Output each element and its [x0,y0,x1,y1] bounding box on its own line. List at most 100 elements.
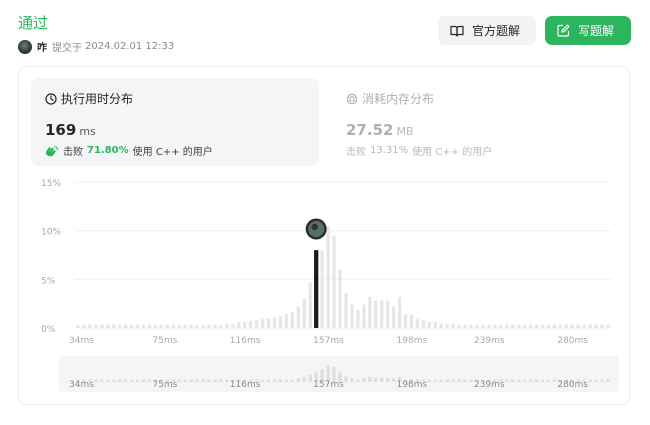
current-submission-bar [314,250,319,328]
distribution-bar [350,304,354,328]
tab-memory-distribution[interactable]: 消耗内存分布 27.52 MB 击败 13.31% 使用 C++ 的用户 [344,78,614,166]
distribution-bar [296,306,300,328]
distribution-bar [118,324,122,328]
distribution-bar [302,298,306,328]
range-mini-bar [147,379,152,382]
range-x-tick-label: 198ms [397,380,428,390]
distribution-bar [433,322,437,328]
distribution-bar [278,316,283,328]
y-tick-label: 15% [41,179,61,189]
range-mini-bar [100,379,104,382]
range-mini-bar [540,379,545,382]
official-solution-button[interactable]: 官方题解 [438,16,536,45]
tab-runtime-distribution[interactable]: 执行用时分布 169 ms 击败 71.80% 使用 C++ 的用户 [31,78,319,166]
range-mini-bar [469,379,473,382]
range-mini-bar [112,379,116,382]
distribution-bar [344,292,348,328]
distribution-bar [171,324,175,328]
distribution-bar [475,324,479,328]
x-tick-label: 239ms [474,336,505,346]
distribution-bar [272,317,277,328]
distribution-bar [106,324,110,328]
distribution-bar [481,324,485,328]
distribution-bar [523,324,527,328]
range-x-tick-label: 157ms [313,380,344,390]
distribution-bar [207,324,211,328]
range-mini-bar [189,379,193,382]
distribution-bar [576,324,580,328]
runtime-title-label: 执行用时分布 [61,92,134,106]
distribution-bar [362,304,366,328]
x-tick-label: 75ms [152,336,177,346]
avatar[interactable] [18,39,32,54]
official-solution-label: 官方题解 [472,24,521,38]
distribution-bar [332,235,336,328]
memory-beat-label: 击败 [346,147,366,158]
distribution-bar [380,300,384,328]
distribution-bar [391,306,396,328]
distribution-bar [135,324,140,328]
x-tick-label: 34ms [69,336,94,346]
distribution-bar [165,324,169,328]
range-mini-bar [463,379,467,382]
range-mini-bar [528,379,533,382]
distribution-bar [129,324,134,328]
distribution-bar [183,324,187,328]
range-mini-bar [588,379,592,382]
range-mini-bar [439,379,443,382]
range-mini-bar [523,379,527,382]
range-mini-bar [457,379,461,382]
range-x-tick-label: 75ms [152,380,177,390]
runtime-distribution-chart[interactable]: 15% 10% 5% 0% 34ms 75ms 116ms 157ms 198ms 239ms 2… [19,172,631,402]
range-mini-bar [606,379,610,382]
range-mini-bar [278,379,283,382]
performance-card: 执行用时分布 169 ms 击败 71.80% 使用 C++ 的用户 消耗内存分布… [18,66,630,405]
submission-marker-avatar-detail [311,223,318,231]
username[interactable]: 咋 [37,39,47,54]
range-mini-bar [296,378,300,382]
write-solution-button[interactable]: 写题解 [545,16,631,45]
range-mini-bar [600,379,604,382]
range-mini-bar [344,376,348,382]
x-tick-label: 157ms [313,336,344,346]
y-tick-label: 5% [41,276,56,286]
distribution-bar [231,324,235,328]
runtime-value-line: 169 ms [45,121,305,139]
range-mini-bar [368,376,372,382]
distribution-bar [94,324,98,328]
distribution-bar [219,324,223,328]
range-mini-bar [362,378,366,382]
distribution-bar [100,324,104,328]
distribution-bar [386,300,390,328]
memory-title: 消耗内存分布 [346,90,612,107]
range-x-tick-label: 239ms [474,380,505,390]
range-mini-bar [552,379,557,382]
range-mini-bar [219,379,223,382]
range-mini-bar [380,377,384,382]
edit-icon [557,24,570,37]
range-mini-bar [451,379,455,382]
write-solution-label: 写题解 [578,24,615,38]
distribution-bar [213,324,217,328]
chip-icon [346,93,358,104]
range-mini-bar [106,379,110,382]
distribution-bar [368,296,372,328]
distribution-bar [487,324,491,328]
distribution-bar [374,300,378,328]
range-mini-bar [94,379,98,382]
distribution-bar [570,324,574,328]
range-mini-bar [308,374,312,382]
distribution-bar [177,324,181,328]
range-mini-bar [272,379,277,382]
x-tick-label: 280ms [557,336,588,346]
clap-hands-icon [45,145,59,156]
distribution-bar [505,324,509,328]
clock-icon [45,92,57,105]
range-mini-bar [141,379,146,382]
memory-value-line: 27.52 MB [346,121,612,139]
submission-time: 2024.02.01 12:33 [85,41,175,52]
distribution-bar [517,324,521,328]
distribution-bar [552,324,557,328]
distribution-bar [445,324,449,328]
distribution-bar [290,312,295,328]
